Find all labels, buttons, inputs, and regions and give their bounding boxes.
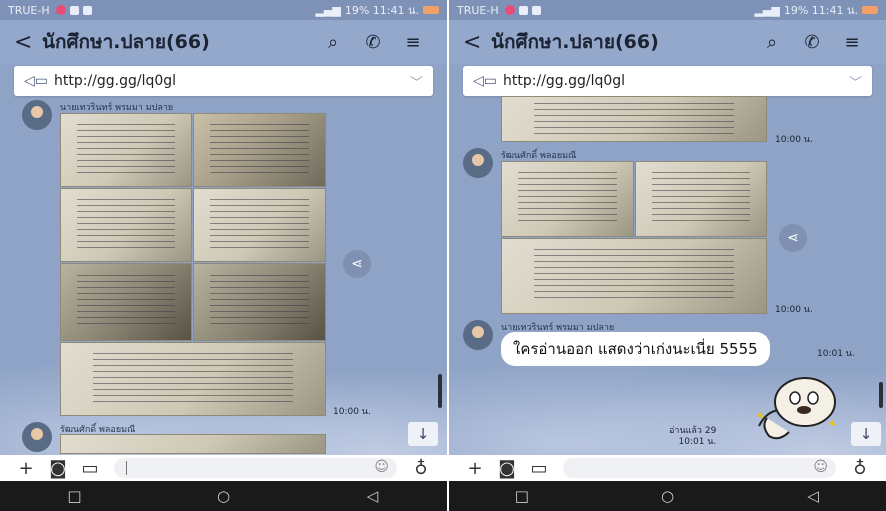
sticker-brown-bear[interactable] xyxy=(749,366,841,444)
sender-name: นายเทวรินทร์ พรมมา มปลาย xyxy=(60,103,174,113)
message-input-bar: + ◙ ▭ ☺ ♁ xyxy=(0,455,447,481)
plus-icon[interactable]: + xyxy=(10,458,42,479)
group-title: นักศึกษา.ปลาย(66) xyxy=(491,31,659,53)
call-icon[interactable]: ✆ xyxy=(792,32,832,53)
back-button[interactable]: < xyxy=(14,30,42,55)
message-time: 10:00 น. xyxy=(775,135,813,145)
photo-thumbnail[interactable] xyxy=(501,96,767,142)
chevron-down-icon[interactable]: ﹀ xyxy=(849,72,862,91)
chat-screen-right: TRUE-H ▂▄▆ 19% 11:41 น. < นักศึกษา.ปลาย(… xyxy=(449,0,886,511)
camera-icon[interactable]: ◙ xyxy=(491,458,523,479)
image-icon[interactable]: ▭ xyxy=(523,458,555,479)
photo-thumbnail[interactable] xyxy=(193,188,326,262)
photo-thumbnail[interactable] xyxy=(60,434,326,454)
text-cursor xyxy=(126,461,127,475)
sender-name: รัฒนศักดิ์ พลอยมณี xyxy=(501,151,577,161)
menu-icon[interactable]: ≡ xyxy=(832,32,872,53)
avatar[interactable] xyxy=(463,148,493,178)
mic-icon[interactable]: ♁ xyxy=(844,458,876,479)
status-time: 19% 11:41 น. xyxy=(344,4,419,17)
share-icon[interactable]: ⋖ xyxy=(343,250,371,278)
status-time: 19% 11:41 น. xyxy=(783,4,858,17)
emoji-icon[interactable]: ☺ xyxy=(813,459,828,475)
scroll-down-button[interactable]: ↓ xyxy=(851,422,881,446)
message-time: 10:00 น. xyxy=(333,407,371,417)
share-icon[interactable]: ⋖ xyxy=(779,224,807,252)
carrier-label: TRUE-H xyxy=(457,3,499,17)
photo-thumbnail[interactable] xyxy=(60,342,326,416)
battery-icon xyxy=(862,6,878,14)
alarm-icon xyxy=(69,5,79,15)
alarm-icon xyxy=(518,5,528,15)
photo-thumbnail[interactable] xyxy=(60,113,192,187)
home-button[interactable]: ○ xyxy=(637,487,697,505)
message-bubble[interactable]: ใครอ่านออก แสดงว่าเก่งนะเนี่ย 5555 xyxy=(501,332,770,366)
read-receipt: อ่านแล้ว 29 10:01 น. xyxy=(669,426,716,448)
scroll-down-button[interactable]: ↓ xyxy=(408,422,438,446)
avatar[interactable] xyxy=(463,320,493,350)
photo-thumbnail[interactable] xyxy=(60,263,192,341)
message-input[interactable]: ☺ xyxy=(563,458,836,478)
photo-thumbnail[interactable] xyxy=(60,188,192,262)
photo-thumbnail[interactable] xyxy=(193,263,326,341)
chat-screen-left: TRUE-H ▂▄▆ 19% 11:41 น. < นักศึกษา.ปลาย(… xyxy=(0,0,447,511)
plus-icon[interactable]: + xyxy=(459,458,491,479)
recents-button[interactable]: □ xyxy=(492,487,552,505)
chat-area: 10:00 น. รัฒนศักดิ์ พลอยมณี 10:00 น. ⋖ น… xyxy=(449,96,886,455)
photo-thumbnail[interactable] xyxy=(193,113,326,187)
message-time: 10:01 น. xyxy=(817,349,855,359)
avatar[interactable] xyxy=(22,100,52,130)
message-input[interactable]: ☺ xyxy=(114,458,397,478)
android-navbar: □ ○ ◁ xyxy=(0,481,447,511)
carrier-label: TRUE-H xyxy=(8,3,50,17)
photo-thumbnail[interactable] xyxy=(501,161,634,237)
call-icon[interactable]: ✆ xyxy=(353,32,393,53)
camera-icon[interactable]: ◙ xyxy=(42,458,74,479)
message-time: 10:01 น. xyxy=(678,437,717,447)
image-icon[interactable]: ▭ xyxy=(74,458,106,479)
chat-header: < นักศึกษา.ปลาย(66) ⌕ ✆ ≡ xyxy=(0,20,447,64)
recents-button[interactable]: □ xyxy=(45,487,105,505)
status-bar: TRUE-H ▂▄▆ 19% 11:41 น. xyxy=(0,0,447,20)
photo-thumbnail[interactable] xyxy=(635,161,767,237)
battery-icon xyxy=(423,6,439,14)
notification-icon xyxy=(504,5,515,15)
announcement-link[interactable]: http://gg.gg/lq0gl xyxy=(54,73,410,89)
back-nav-button[interactable]: ◁ xyxy=(343,487,403,505)
megaphone-icon: ◁▭ xyxy=(24,73,48,89)
group-title: นักศึกษา.ปลาย(66) xyxy=(42,31,210,53)
home-button[interactable]: ○ xyxy=(194,487,254,505)
emoji-icon[interactable]: ☺ xyxy=(374,459,389,475)
image-notification-icon xyxy=(82,5,92,15)
message-input-bar: + ◙ ▭ ☺ ♁ xyxy=(449,455,886,481)
search-icon[interactable]: ⌕ xyxy=(752,32,792,53)
menu-icon[interactable]: ≡ xyxy=(393,32,433,53)
photo-thumbnail[interactable] xyxy=(501,238,767,314)
avatar[interactable] xyxy=(22,422,52,452)
chat-area: นายเทวรินทร์ พรมมา มปลาย 10:00 น. ⋖ รัฒน… xyxy=(0,96,447,455)
scrollbar[interactable] xyxy=(438,374,442,408)
signal-icon: ▂▄▆ xyxy=(754,3,780,17)
megaphone-icon: ◁▭ xyxy=(473,73,497,89)
back-nav-button[interactable]: ◁ xyxy=(783,487,843,505)
status-bar: TRUE-H ▂▄▆ 19% 11:41 น. xyxy=(449,0,886,20)
announcement-banner[interactable]: ◁▭ http://gg.gg/lq0gl ﹀ xyxy=(14,66,433,96)
image-notification-icon xyxy=(531,5,541,15)
announcement-link[interactable]: http://gg.gg/lq0gl xyxy=(503,73,849,89)
read-count: อ่านแล้ว 29 xyxy=(669,426,717,436)
android-navbar: □ ○ ◁ xyxy=(449,481,886,511)
chat-header: < นักศึกษา.ปลาย(66) ⌕ ✆ ≡ xyxy=(449,20,886,64)
chevron-down-icon[interactable]: ﹀ xyxy=(410,72,423,91)
back-button[interactable]: < xyxy=(463,30,491,55)
announcement-banner[interactable]: ◁▭ http://gg.gg/lq0gl ﹀ xyxy=(463,66,872,96)
notification-icon xyxy=(55,5,66,15)
scrollbar[interactable] xyxy=(879,382,883,408)
signal-icon: ▂▄▆ xyxy=(315,3,341,17)
search-icon[interactable]: ⌕ xyxy=(313,32,353,53)
mic-icon[interactable]: ♁ xyxy=(405,458,437,479)
message-time: 10:00 น. xyxy=(775,305,813,315)
